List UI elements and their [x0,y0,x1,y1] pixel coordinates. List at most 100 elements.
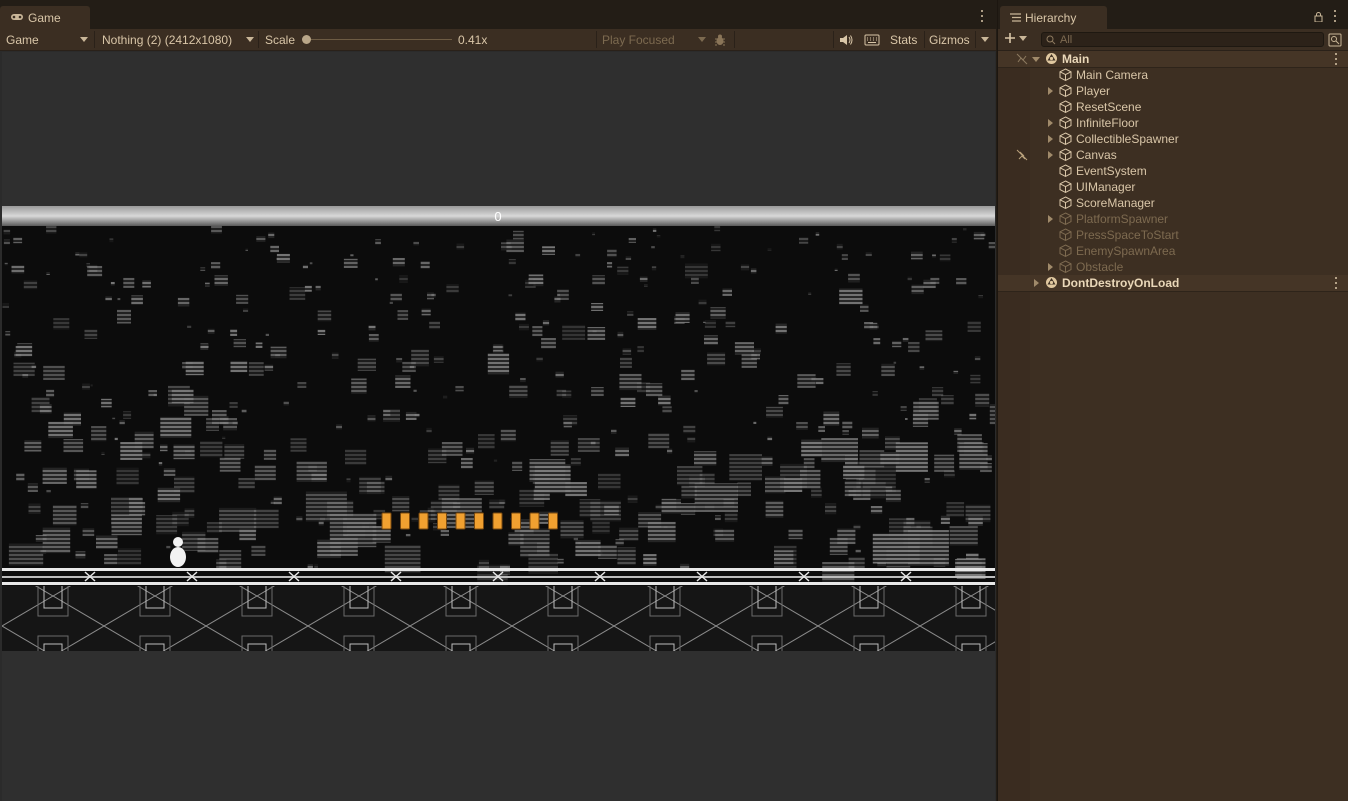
collectible-coin [400,512,410,530]
gizmos-button[interactable]: Gizmos [929,29,970,50]
search-options-icon[interactable] [1328,33,1342,50]
game-viewport[interactable]: 0 [2,52,995,801]
gameobject-label: EventSystem [1076,164,1147,178]
gameobject-cube-icon [1059,228,1072,241]
hierarchy-item[interactable]: UIManager [998,179,1348,195]
collectible-coin [437,512,447,530]
hierarchy-item[interactable]: PlatformSpawner [998,211,1348,227]
chevron-right-icon[interactable] [1034,279,1039,287]
gameobject-label: Player [1076,84,1111,98]
hierarchy-scene-row[interactable]: DontDestroyOnLoad [998,275,1348,292]
scene-more-menu-icon[interactable] [1333,53,1339,65]
tab-game[interactable]: Game [0,6,90,30]
play-mode-value: Play Focused [602,32,675,47]
chevron-down-icon [246,37,254,42]
gameobject-cube-icon [1059,196,1072,209]
collectible-coin [492,512,503,530]
display-select-value: Game [6,32,39,47]
scale-label: Scale [265,32,296,47]
game-render: 0 [2,206,995,651]
scene-label: DontDestroyOnLoad [1062,276,1180,290]
hierarchy-item[interactable]: Canvas [998,147,1348,163]
background-cubes [2,226,995,588]
display-select[interactable]: Game [6,29,90,50]
scale-slider[interactable] [302,29,452,50]
hierarchy-item[interactable]: ResetScene [998,99,1348,115]
hierarchy-search[interactable] [1041,32,1324,47]
hierarchy-item[interactable]: Obstacle [998,259,1348,275]
hierarchy-item[interactable]: InfiniteFloor [998,115,1348,131]
bug-icon[interactable] [713,29,727,50]
game-panel: Game Game Nothing (2) (2412x1080) Scale … [0,0,996,801]
hierarchy-item[interactable]: Player [998,83,1348,99]
hierarchy-item[interactable]: Main Camera [998,67,1348,83]
gameobject-cube-icon [1059,68,1072,81]
gameobject-label: ScoreManager [1076,196,1155,210]
hierarchy-scene-row[interactable]: Main [998,51,1348,68]
unity-scene-icon [1045,52,1058,65]
hierarchy-tabbar: Hierarchy [998,0,1348,30]
gameobject-label: CollectibleSpawner [1076,132,1179,146]
tab-hierarchy[interactable]: Hierarchy [1000,6,1107,30]
scale-value: 0.41x [458,32,488,47]
gameobject-label: Obstacle [1076,260,1124,274]
hierarchy-panel: Hierarchy Main Main Camera Player ResetScen… [997,0,1348,801]
play-mode-select[interactable]: Play Focused [602,29,708,50]
lock-icon[interactable] [1314,11,1323,25]
gameobject-cube-icon [1059,116,1072,129]
hierarchy-item[interactable]: ScoreManager [998,195,1348,211]
pickable-disabled-icon[interactable] [1016,149,1028,164]
collectible-coin [455,512,466,530]
collectible-coin [511,512,521,530]
plus-icon [1005,33,1015,43]
gameobject-cube-icon [1059,164,1072,177]
gameobject-cube-icon [1059,180,1072,193]
chevron-down-icon [981,37,989,42]
stats-button[interactable]: Stats [890,29,917,50]
search-input[interactable] [1060,33,1320,46]
gameobject-label: Canvas [1076,148,1117,162]
gameobject-label: Main Camera [1076,68,1149,82]
gizmos-dropdown[interactable] [981,29,989,50]
chevron-right-icon[interactable] [1048,135,1053,143]
speaker-icon[interactable] [839,29,853,50]
hierarchy-item[interactable]: CollectibleSpawner [998,131,1348,147]
game-more-menu-icon[interactable] [979,10,985,22]
aspect-select[interactable]: Nothing (2) (2412x1080) [102,29,254,50]
gameobject-cube-icon [1059,84,1072,97]
collectible-coin [548,512,558,530]
chevron-down-icon [1019,35,1027,41]
hierarchy-toolbar [998,29,1348,51]
gameobject-label: PressSpaceToStart [1076,228,1179,242]
game-tabbar: Game [0,0,996,30]
chevron-right-icon[interactable] [1048,151,1053,159]
keyboard-icon[interactable] [864,29,880,50]
tab-game-label: Game [28,11,61,25]
collectible-coin [381,512,392,530]
list-icon [1010,11,1021,25]
collectible-coin [418,512,429,530]
chevron-right-icon[interactable] [1048,263,1053,271]
collectible-coin [474,512,484,530]
chevron-right-icon[interactable] [1048,87,1053,95]
unity-scene-icon [1045,276,1058,289]
game-toolbar: Game Nothing (2) (2412x1080) Scale 0.41x… [0,29,996,51]
create-button[interactable] [1004,32,1027,44]
hierarchy-item[interactable]: PressSpaceToStart [998,227,1348,243]
hierarchy-more-menu-icon[interactable] [1332,10,1338,22]
hierarchy-item[interactable]: EventSystem [998,163,1348,179]
gameobject-label: EnemySpawnArea [1076,244,1176,258]
scene-visibility-icon[interactable] [1016,53,1028,68]
scene-more-menu-icon[interactable] [1333,277,1339,289]
hierarchy-item[interactable]: EnemySpawnArea [998,243,1348,259]
chevron-right-icon[interactable] [1048,119,1053,127]
chevron-right-icon[interactable] [1048,215,1053,223]
chevron-down-icon [698,37,706,42]
scale-slider-handle[interactable] [302,35,311,44]
score-text: 0 [494,209,501,224]
chevron-down-icon[interactable] [1032,57,1040,62]
gameobject-cube-icon [1059,100,1072,113]
search-icon [1046,35,1056,44]
gameobject-cube-icon [1059,244,1072,257]
floor-track [2,568,995,585]
